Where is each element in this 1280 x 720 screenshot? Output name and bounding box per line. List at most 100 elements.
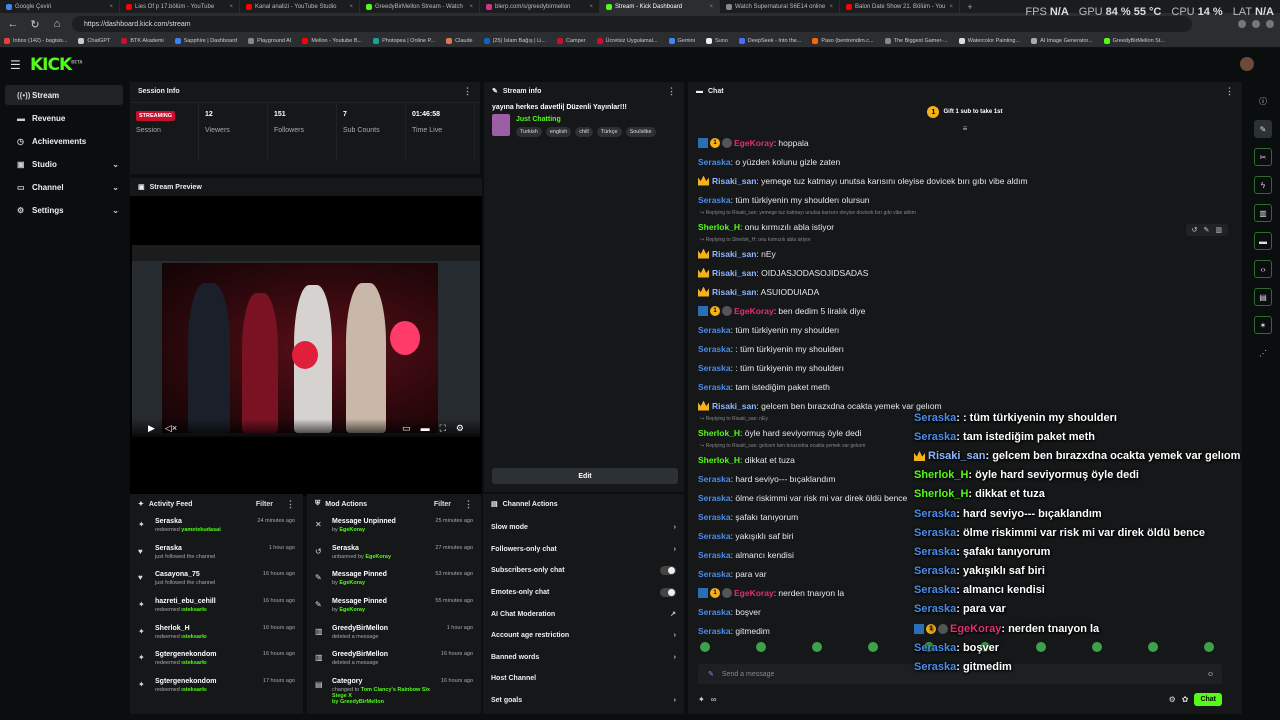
emote-icon[interactable] bbox=[700, 642, 710, 652]
feed-highlight[interactable]: ısteksarkı bbox=[181, 607, 206, 613]
reply-icon[interactable]: ↺ bbox=[1192, 226, 1198, 234]
feed-highlight[interactable]: EgeKoray bbox=[339, 580, 365, 586]
tag-chip[interactable]: Turkish bbox=[516, 127, 542, 137]
url-input[interactable]: https://dashboard.kick.com/stream bbox=[72, 16, 1192, 32]
chat-username[interactable]: Seraska bbox=[698, 493, 731, 503]
home-icon[interactable]: ⌂ bbox=[50, 18, 64, 30]
feed-name[interactable]: Sgtergenekondom bbox=[155, 651, 255, 658]
fullscreen-icon[interactable]: ⛶ bbox=[440, 423, 446, 434]
bookmark-item[interactable]: GreedyBirMellon St... bbox=[1103, 38, 1165, 44]
bookmark-item[interactable]: BTK Akademi bbox=[121, 38, 164, 44]
filter-button[interactable]: Filter bbox=[434, 501, 451, 508]
feed-highlight[interactable]: EgeKoray bbox=[365, 554, 391, 560]
tag-chip[interactable]: english bbox=[545, 127, 572, 137]
wrench-icon[interactable]: ✶ bbox=[1254, 316, 1272, 334]
tag-chip[interactable]: Soulslike bbox=[625, 127, 656, 137]
tag-chip[interactable]: Türkçe bbox=[596, 127, 622, 137]
chevron-right-icon[interactable]: › bbox=[674, 632, 676, 639]
chat-username[interactable]: Sherlok_H bbox=[698, 455, 740, 465]
chat-username[interactable]: Risaki_san bbox=[712, 249, 756, 259]
bookmark-item[interactable]: Camper bbox=[556, 38, 586, 44]
close-icon[interactable]: × bbox=[349, 4, 353, 10]
feed-name[interactable]: Casayona_75 bbox=[155, 571, 255, 578]
channel-action-ai-chat-moderation[interactable]: AI Chat Moderation ↗ bbox=[483, 603, 684, 625]
share-icon[interactable]: ⋰ bbox=[1254, 344, 1272, 362]
delete-icon[interactable]: ▥ bbox=[1215, 226, 1222, 234]
feed-name[interactable]: Sgtergenekondom bbox=[155, 678, 255, 685]
bookmark-item[interactable]: Gemini bbox=[668, 38, 695, 44]
bookmark-item[interactable]: Paso (bentrendim.c... bbox=[812, 38, 874, 44]
browser-tab[interactable]: Stream - Kick Dashboard × bbox=[600, 0, 720, 13]
chat-username[interactable]: Seraska bbox=[698, 531, 731, 541]
feed-name[interactable]: Message Pinned bbox=[332, 598, 427, 605]
channel-action-set-goals[interactable]: Set goals › bbox=[483, 690, 684, 712]
feed-highlight[interactable]: EgeKoray bbox=[339, 607, 365, 613]
feed-name[interactable]: Seraska bbox=[155, 518, 249, 525]
chat-username[interactable]: Seraska bbox=[698, 363, 731, 373]
channel-action-banned-words[interactable]: Banned words › bbox=[483, 647, 684, 669]
bookmark-item[interactable]: DeepSeek - Into the... bbox=[738, 38, 801, 44]
chat-username[interactable]: EgeKoray bbox=[734, 138, 774, 148]
feed-name[interactable]: Message Pinned bbox=[332, 571, 427, 578]
emote-picker-icon[interactable]: ✎ bbox=[708, 670, 714, 678]
browser-tab[interactable]: Balon Date Show 21. Bölüm - You × bbox=[840, 0, 960, 13]
profile-icon[interactable] bbox=[1266, 20, 1274, 28]
menu-icon[interactable]: ☰ bbox=[10, 58, 30, 72]
chat-username[interactable]: Seraska bbox=[698, 512, 731, 522]
channel-action-followers-only-chat[interactable]: Followers-only chat › bbox=[483, 539, 684, 561]
bookmark-item[interactable]: AI Image Generator... bbox=[1031, 38, 1093, 44]
code-icon[interactable]: ‹› bbox=[1254, 260, 1272, 278]
browser-tab[interactable]: Watch Supernatural S6E14 online × bbox=[720, 0, 840, 13]
chat-username[interactable]: Seraska bbox=[698, 325, 731, 335]
feed-highlight[interactable]: yametekudasai bbox=[181, 527, 220, 533]
feed-name[interactable]: Category bbox=[332, 678, 433, 685]
close-icon[interactable]: × bbox=[589, 4, 593, 10]
chevron-right-icon[interactable]: › bbox=[674, 546, 676, 553]
edit-button[interactable]: Edit bbox=[492, 468, 678, 484]
emote-icon[interactable] bbox=[812, 642, 822, 652]
sidebar-item-studio[interactable]: ▣ Studio ⌄ bbox=[5, 154, 123, 174]
pin-icon[interactable]: ✎ bbox=[1204, 226, 1210, 234]
chat-bubble-icon[interactable]: ▬ bbox=[1254, 232, 1272, 250]
close-icon[interactable]: × bbox=[469, 4, 473, 10]
close-icon[interactable]: × bbox=[949, 4, 953, 10]
info-icon[interactable]: ⓘ bbox=[1254, 92, 1272, 110]
chat-username[interactable]: Seraska bbox=[698, 607, 731, 617]
back-icon[interactable]: ← bbox=[6, 18, 20, 30]
bookmark-item[interactable]: Watercolor Painting... bbox=[958, 38, 1020, 44]
emote-icon[interactable] bbox=[756, 642, 766, 652]
feed-highlight[interactable]: EgeKoray bbox=[339, 527, 365, 533]
bookmark-item[interactable]: The Biggest Gamer-... bbox=[884, 38, 948, 44]
channel-action-host-channel[interactable]: Host Channel bbox=[483, 668, 684, 690]
bolt-icon[interactable]: ϟ bbox=[1254, 176, 1272, 194]
bookmark-item[interactable]: Claude bbox=[446, 38, 473, 44]
feed-highlight[interactable]: ısteksarkı bbox=[181, 634, 206, 640]
theater-icon[interactable]: ▬ bbox=[421, 423, 430, 433]
emote-icon[interactable] bbox=[868, 642, 878, 652]
browser-tab[interactable]: Lies Of p 17.bölüm - YouTube × bbox=[120, 0, 240, 13]
category-name[interactable]: Just Chatting bbox=[516, 116, 656, 123]
chevron-down-icon[interactable]: ⌄ bbox=[112, 206, 119, 215]
pin-toggle-icon[interactable]: ≡ bbox=[688, 124, 1242, 133]
chat-username[interactable]: Risaki_san bbox=[712, 401, 756, 411]
browser-tab[interactable]: Kanal analizi - YouTube Studio × bbox=[240, 0, 360, 13]
sidebar-item-channel[interactable]: ▭ Channel ⌄ bbox=[5, 177, 123, 197]
sidebar-item-settings[interactable]: ⚙ Settings ⌄ bbox=[5, 200, 123, 220]
chat-username[interactable]: Seraska bbox=[698, 382, 731, 392]
browser-tab[interactable]: GreedyBirMellon Stream - Watch × bbox=[360, 0, 480, 13]
more-icon[interactable]: ⋮ bbox=[286, 499, 295, 510]
close-icon[interactable]: × bbox=[229, 4, 233, 10]
gift-icon[interactable]: ✿ bbox=[1182, 695, 1189, 704]
channel-action-subscribers-only-chat[interactable]: Subscribers-only chat bbox=[483, 560, 684, 582]
tag-chip[interactable]: chill bbox=[575, 127, 593, 137]
play-icon[interactable]: ▶ bbox=[148, 423, 155, 434]
pip-icon[interactable]: ▭ bbox=[402, 423, 411, 434]
kick-logo[interactable]: KICKBETA bbox=[30, 55, 82, 75]
browser-tab[interactable]: Google Çeviri × bbox=[0, 0, 120, 13]
feed-name[interactable]: Seraska bbox=[155, 545, 261, 552]
bookmark-item[interactable]: Ücretsiz Uygulamal... bbox=[596, 38, 658, 44]
toggle-switch[interactable] bbox=[660, 588, 676, 598]
more-icon[interactable]: ⋮ bbox=[463, 86, 472, 97]
feed-name[interactable]: Message Unpinned bbox=[332, 518, 427, 525]
browser-tab[interactable]: blerp.com/s/greedybirmellon × bbox=[480, 0, 600, 13]
